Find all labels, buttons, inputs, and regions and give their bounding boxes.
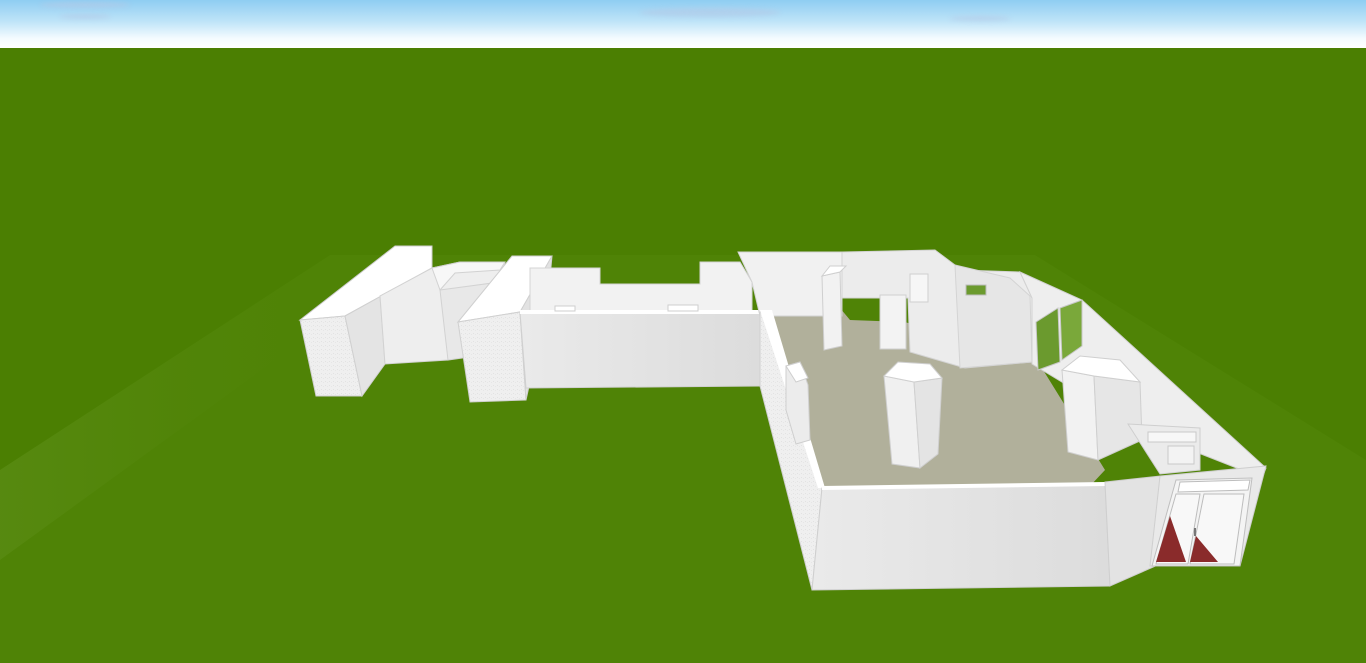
entry-shelf (1167, 445, 1195, 465)
entry-shelf (1147, 431, 1197, 443)
fixture (667, 304, 699, 312)
fixture (554, 305, 576, 312)
right-column-front (1061, 369, 1099, 461)
doorway-frame (909, 273, 929, 303)
entrance-transom (1177, 479, 1251, 493)
wall-block-mid-front (457, 311, 527, 403)
corridor-front-wall (519, 311, 761, 389)
doorway-frame (879, 294, 907, 350)
window-small (965, 284, 987, 296)
pillar (821, 271, 843, 351)
house-model[interactable] (0, 0, 1366, 663)
3d-view[interactable] (0, 0, 1366, 663)
door-handle (1194, 528, 1196, 536)
wall-front-main (811, 483, 1111, 591)
